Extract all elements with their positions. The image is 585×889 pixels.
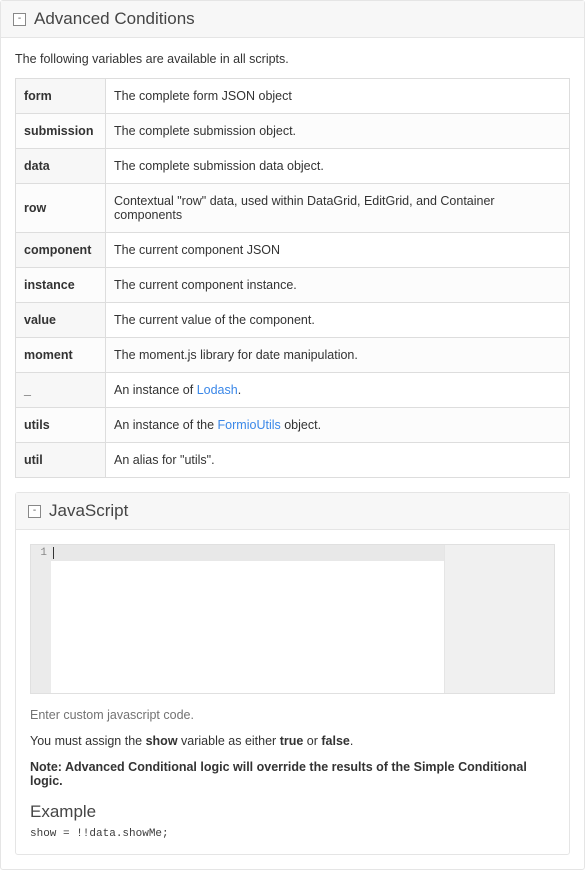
code-area[interactable] (51, 545, 554, 693)
table-row: utilsAn instance of the FormioUtils obje… (16, 408, 570, 443)
var-desc: Contextual "row" data, used within DataG… (106, 184, 570, 233)
code-gutter: 1 (31, 545, 51, 693)
help-enter-text: Enter custom javascript code. (30, 708, 555, 722)
var-name: moment (16, 338, 106, 373)
assign-prefix: You must assign the (30, 734, 146, 748)
code-editor[interactable]: 1 (30, 544, 555, 694)
var-desc: An instance of Lodash. (106, 373, 570, 408)
table-row: submissionThe complete submission object… (16, 114, 570, 149)
var-name: _ (16, 373, 106, 408)
assign-true: true (280, 734, 304, 748)
table-row: dataThe complete submission data object. (16, 149, 570, 184)
var-desc: The current value of the component. (106, 303, 570, 338)
example-heading: Example (30, 802, 555, 822)
var-desc: The current component JSON (106, 233, 570, 268)
advanced-conditions-title: Advanced Conditions (34, 9, 195, 29)
table-row: rowContextual "row" data, used within Da… (16, 184, 570, 233)
advanced-conditions-header[interactable]: - Advanced Conditions (1, 1, 584, 38)
assign-or: or (303, 734, 321, 748)
assign-suffix: . (350, 734, 353, 748)
var-desc: The complete form JSON object (106, 79, 570, 114)
var-name: row (16, 184, 106, 233)
javascript-panel: - JavaScript 1 Enter custom javascript c… (15, 492, 570, 855)
var-link[interactable]: FormioUtils (218, 418, 281, 432)
var-desc: An alias for "utils". (106, 443, 570, 478)
help-assign-text: You must assign the show variable as eit… (30, 734, 555, 748)
cursor (53, 547, 54, 559)
collapse-toggle-icon[interactable]: - (28, 505, 41, 518)
var-desc: The current component instance. (106, 268, 570, 303)
variables-table: formThe complete form JSON objectsubmiss… (15, 78, 570, 478)
assign-mid: variable as either (178, 734, 280, 748)
help-note-text: Note: Advanced Conditional logic will ov… (30, 760, 555, 788)
advanced-conditions-body: The following variables are available in… (1, 38, 584, 869)
var-desc: An instance of the FormioUtils object. (106, 408, 570, 443)
var-name: data (16, 149, 106, 184)
line-number: 1 (35, 545, 47, 561)
table-row: componentThe current component JSON (16, 233, 570, 268)
javascript-header[interactable]: - JavaScript (16, 493, 569, 530)
javascript-title: JavaScript (49, 501, 128, 521)
var-desc: The moment.js library for date manipulat… (106, 338, 570, 373)
assign-false: false (321, 734, 350, 748)
assign-var: show (146, 734, 178, 748)
var-name: component (16, 233, 106, 268)
table-row: utilAn alias for "utils". (16, 443, 570, 478)
minimap-scroll (444, 545, 554, 693)
var-name: form (16, 79, 106, 114)
intro-text: The following variables are available in… (15, 52, 570, 66)
var-desc: The complete submission data object. (106, 149, 570, 184)
advanced-conditions-panel: - Advanced Conditions The following vari… (0, 0, 585, 870)
var-desc: The complete submission object. (106, 114, 570, 149)
table-row: momentThe moment.js library for date man… (16, 338, 570, 373)
var-link[interactable]: Lodash (197, 383, 238, 397)
table-row: _An instance of Lodash. (16, 373, 570, 408)
var-name: util (16, 443, 106, 478)
example-code: show = !!data.showMe; (30, 828, 555, 840)
javascript-body: 1 Enter custom javascript code. You must… (16, 530, 569, 854)
table-row: formThe complete form JSON object (16, 79, 570, 114)
collapse-toggle-icon[interactable]: - (13, 13, 26, 26)
var-name: submission (16, 114, 106, 149)
var-name: utils (16, 408, 106, 443)
table-row: valueThe current value of the component. (16, 303, 570, 338)
var-name: instance (16, 268, 106, 303)
table-row: instanceThe current component instance. (16, 268, 570, 303)
var-name: value (16, 303, 106, 338)
